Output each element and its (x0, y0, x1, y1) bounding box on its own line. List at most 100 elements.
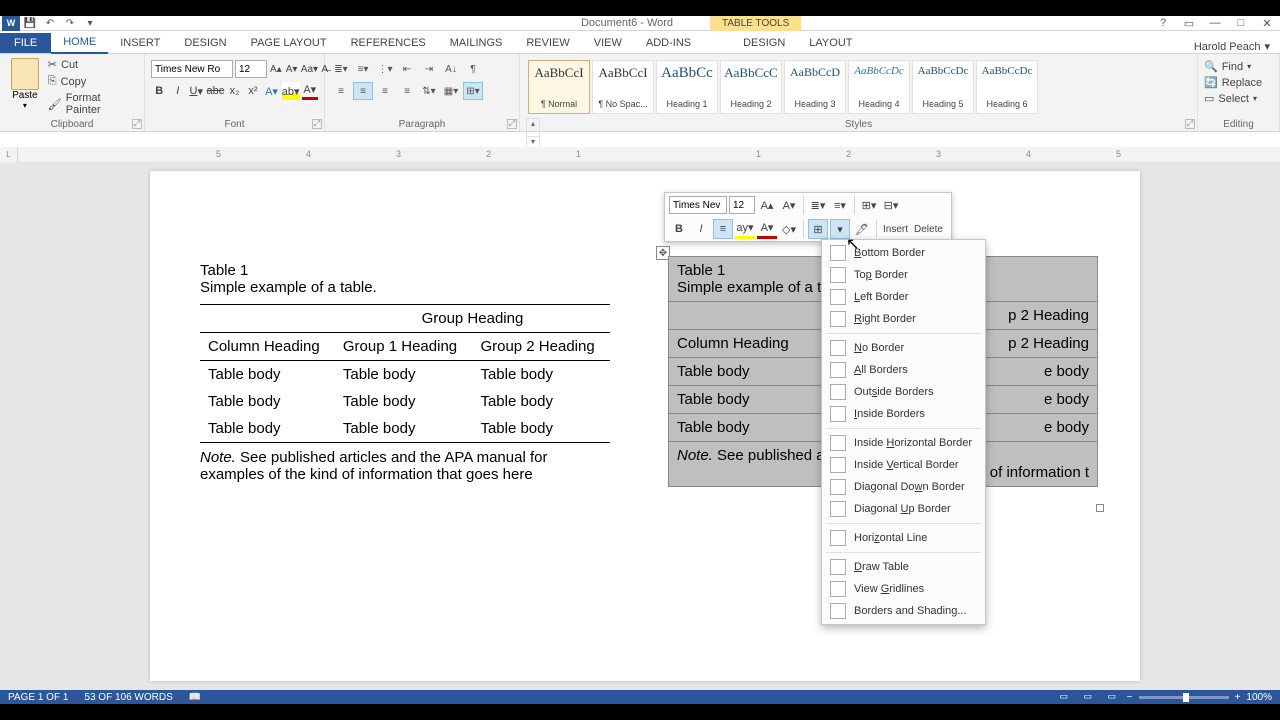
shrink-font-icon[interactable]: A▾ (285, 60, 299, 78)
align-center-icon[interactable]: ≡ (353, 82, 373, 100)
table-left[interactable]: Table 1 Simple example of a table. Group… (200, 262, 610, 483)
style-heading4[interactable]: AaBbCcDcHeading 4 (848, 60, 910, 114)
font-name-input[interactable] (151, 60, 233, 78)
dd-diagonal-down[interactable]: Diagonal Down Border (822, 476, 985, 498)
dd-borders-shading[interactable]: Borders and Shading... (822, 600, 985, 622)
bullets-icon[interactable]: ≣▾ (331, 60, 351, 78)
shading-icon[interactable]: ▦▾ (441, 82, 461, 100)
borders-icon[interactable]: ⊞▾ (463, 82, 483, 100)
increase-indent-icon[interactable]: ⇥ (419, 60, 439, 78)
dd-outside-borders[interactable]: Outside Borders (822, 381, 985, 403)
tab-insert[interactable]: INSERT (108, 33, 172, 53)
replace-button[interactable]: 🔄Replace (1204, 76, 1273, 89)
tab-addins[interactable]: ADD-INS (634, 33, 703, 53)
superscript-button[interactable]: x² (245, 82, 262, 100)
help-icon[interactable]: ? (1154, 17, 1172, 30)
redo-icon[interactable]: ↷ (60, 16, 80, 31)
align-right-icon[interactable]: ≡ (375, 82, 395, 100)
style-heading5[interactable]: AaBbCcDcHeading 5 (912, 60, 974, 114)
show-marks-icon[interactable]: ¶ (463, 60, 483, 78)
print-layout-icon[interactable]: ▭ (1079, 691, 1097, 703)
font-color-icon[interactable]: A▾ (302, 82, 319, 100)
mini-shading-icon[interactable]: ◇▾ (779, 219, 799, 239)
select-button[interactable]: ▭Select▾ (1204, 92, 1273, 105)
grow-font-icon[interactable]: A▴ (269, 60, 283, 78)
mini-font-input[interactable] (669, 196, 727, 214)
dd-left-border[interactable]: Left Border (822, 286, 985, 308)
find-button[interactable]: 🔍Find▾ (1204, 60, 1273, 73)
status-page[interactable]: PAGE 1 OF 1 (8, 692, 68, 703)
cut-button[interactable]: ✂Cut (48, 58, 138, 71)
mini-insert-button[interactable]: Insert (881, 224, 910, 235)
text-effects-icon[interactable]: A▾ (263, 82, 280, 100)
change-case-icon[interactable]: Aa▾ (300, 60, 318, 78)
clipboard-dialog-icon[interactable]: ⤢ (132, 119, 142, 129)
strike-button[interactable]: abc (207, 82, 225, 100)
undo-icon[interactable]: ↶ (40, 16, 60, 31)
dd-inside-vertical[interactable]: Inside Vertical Border (822, 454, 985, 476)
style-heading1[interactable]: AaBbCcHeading 1 (656, 60, 718, 114)
align-left-icon[interactable]: ≡ (331, 82, 351, 100)
mini-align-icon[interactable]: ≡ (713, 219, 733, 239)
mini-bold-icon[interactable]: B (669, 219, 689, 239)
mini-borders-button[interactable]: ⊞ (808, 219, 828, 239)
ribbon-options-icon[interactable]: ▭ (1180, 17, 1198, 30)
highlight-icon[interactable]: ab▾ (282, 82, 300, 100)
paragraph-dialog-icon[interactable]: ⤢ (507, 119, 517, 129)
mini-size-input[interactable] (729, 196, 755, 214)
maximize-icon[interactable]: □ (1232, 17, 1250, 30)
tab-references[interactable]: REFERENCES (339, 33, 438, 53)
tab-design[interactable]: DESIGN (172, 33, 238, 53)
numbering-icon[interactable]: ≡▾ (353, 60, 373, 78)
italic-button[interactable]: I (170, 82, 187, 100)
mini-highlight-icon[interactable]: ay▾ (735, 219, 755, 239)
dd-draw-table[interactable]: Draw Table (822, 556, 985, 578)
zoom-out-icon[interactable]: − (1127, 692, 1133, 703)
dd-no-border[interactable]: No Border (822, 337, 985, 359)
tab-file[interactable]: FILE (0, 33, 51, 53)
save-icon[interactable]: 💾 (20, 16, 40, 31)
status-proofing-icon[interactable]: 📖 (189, 692, 201, 703)
tab-table-layout[interactable]: LAYOUT (797, 33, 864, 53)
tab-page-layout[interactable]: PAGE LAYOUT (239, 33, 339, 53)
style-no-spacing[interactable]: AaBbCcI¶ No Spac... (592, 60, 654, 114)
minimize-icon[interactable]: — (1206, 17, 1224, 30)
dd-top-border[interactable]: Top Border (822, 264, 985, 286)
mini-font-color-icon[interactable]: A▾ (757, 219, 777, 239)
dd-bottom-border[interactable]: Bottom Border (822, 242, 985, 264)
copy-button[interactable]: ⎘Copy (48, 75, 138, 88)
mini-delete-button[interactable]: Delete (912, 224, 945, 235)
table-resize-handle-icon[interactable] (1096, 504, 1104, 512)
user-account[interactable]: Harold Peach▾ (1194, 40, 1280, 53)
zoom-slider[interactable] (1139, 696, 1229, 699)
dd-inside-borders[interactable]: Inside Borders (822, 403, 985, 425)
close-icon[interactable]: ✕ (1258, 17, 1276, 30)
font-size-input[interactable] (235, 60, 267, 78)
tab-view[interactable]: VIEW (582, 33, 634, 53)
qat-customize-icon[interactable]: ▾ (80, 16, 100, 31)
zoom-level[interactable]: 100% (1246, 692, 1272, 703)
dd-horizontal-line[interactable]: Horizontal Line (822, 527, 985, 549)
sort-icon[interactable]: A↓ (441, 60, 461, 78)
zoom-in-icon[interactable]: + (1235, 692, 1241, 703)
format-painter-button[interactable]: 🖌Format Painter (48, 92, 138, 116)
styles-dialog-icon[interactable]: ⤢ (1185, 119, 1195, 129)
decrease-indent-icon[interactable]: ⇤ (397, 60, 417, 78)
dd-right-border[interactable]: Right Border (822, 308, 985, 330)
dd-view-gridlines[interactable]: View Gridlines (822, 578, 985, 600)
tab-mailings[interactable]: MAILINGS (438, 33, 515, 53)
multilevel-icon[interactable]: ⋮▾ (375, 60, 395, 78)
underline-button[interactable]: U▾ (188, 82, 205, 100)
status-words[interactable]: 53 OF 106 WORDS (84, 692, 172, 703)
mini-numbering-icon[interactable]: ≡▾ (830, 195, 850, 215)
mini-italic-icon[interactable]: I (691, 219, 711, 239)
subscript-button[interactable]: x₂ (226, 82, 243, 100)
mini-shrink-font-icon[interactable]: A▾ (779, 195, 799, 215)
mini-eraser-icon[interactable]: ⊟▾ (881, 195, 901, 215)
paste-button[interactable]: Paste▾ (6, 56, 44, 116)
mini-grow-font-icon[interactable]: A▴ (757, 195, 777, 215)
web-layout-icon[interactable]: ▭ (1103, 691, 1121, 703)
dd-inside-horizontal[interactable]: Inside Horizontal Border (822, 432, 985, 454)
mini-table-icon[interactable]: ⊞▾ (859, 195, 879, 215)
read-mode-icon[interactable]: ▭ (1055, 691, 1073, 703)
